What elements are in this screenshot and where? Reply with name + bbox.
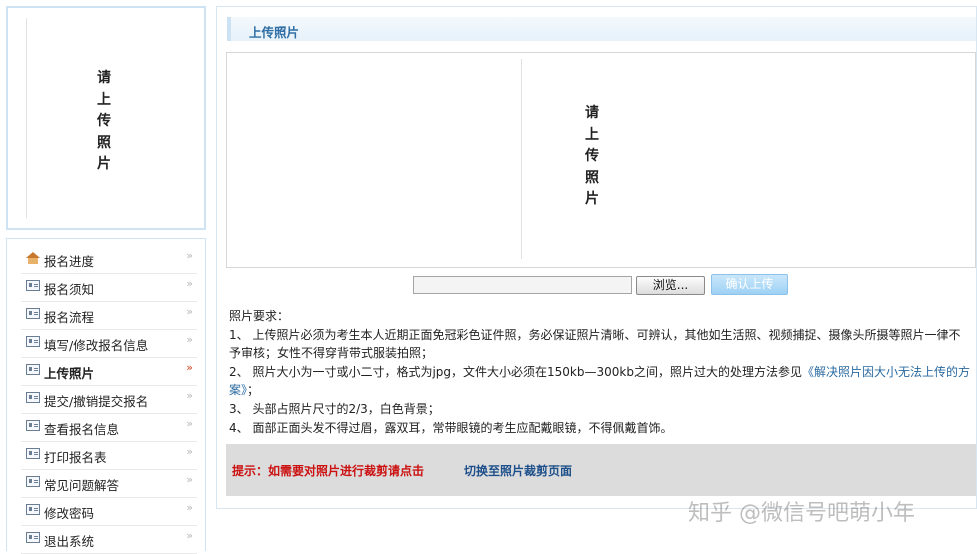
menu-item-label: 打印报名表 <box>44 450 107 465</box>
chevron-right-icon: » <box>186 529 193 542</box>
menu-item-label: 常见问题解答 <box>44 478 120 493</box>
panel-header: 上传照片 <box>227 17 976 41</box>
menu-item-label: 查看报名信息 <box>44 422 120 437</box>
menu-item-label: 退出系统 <box>44 534 95 549</box>
card-icon <box>26 280 40 291</box>
photo-placeholder-box: 请 上 传 照 片 <box>6 6 206 230</box>
requirement-item: 3、 头部占照片尺寸的2/3，白色背景； <box>229 402 440 416</box>
menu-item-label: 报名流程 <box>44 310 95 325</box>
divider <box>521 59 522 259</box>
requirement-text: ； <box>247 383 260 397</box>
doc-icon <box>26 420 40 431</box>
photo-preview-area: 请 上 传 照 片 <box>226 52 976 268</box>
watermark: 知乎 @微信号吧萌小年 <box>688 501 915 526</box>
upload-photo-panel: 上传照片 请 上 传 照 片 浏览... 确认上传 照片要求： 1、 上传照片必… <box>216 6 977 509</box>
menu-item-upload-photo[interactable]: 上传照片 » <box>21 357 197 386</box>
chevron-right-icon: » <box>186 277 193 290</box>
placeholder-char: 传 <box>585 148 599 164</box>
menu-item-view-info[interactable]: 查看报名信息 » <box>21 413 197 442</box>
divider <box>26 18 27 218</box>
menu-item-edit-info[interactable]: 填写/修改报名信息 » <box>21 329 197 358</box>
requirement-item: 1、 上传照片必须为考生本人近期正面免冠彩色证件照，务必保证照片清晰、可辨认，其… <box>229 328 961 360</box>
confirm-upload-button[interactable]: 确认上传 <box>711 274 788 295</box>
placeholder-char: 上 <box>585 126 599 143</box>
placeholder-char: 传 <box>97 113 111 129</box>
chevron-right-icon: » <box>186 417 193 430</box>
file-path-input[interactable] <box>413 276 632 294</box>
chevron-right-icon: » <box>186 333 193 346</box>
card-icon <box>26 448 40 459</box>
upload-controls: 浏览... 确认上传 <box>226 269 976 297</box>
browse-button[interactable]: 浏览... <box>636 276 705 295</box>
doc-icon <box>26 392 40 403</box>
chevron-right-icon: » <box>186 473 193 486</box>
menu-item-faq[interactable]: 常见问题解答 » <box>21 469 197 498</box>
placeholder-char: 上 <box>97 91 111 108</box>
card-icon <box>26 308 40 319</box>
sidebar-menu: 报名进度 » 报名须知 » 报名流程 » 填写/修改报名信息 » 上传照片 » … <box>6 238 206 554</box>
card-icon <box>26 336 40 347</box>
placeholder-char: 请 <box>97 70 111 86</box>
photo-placeholder-text: 请 上 传 照 片 <box>94 68 114 176</box>
chevron-right-icon: » <box>186 445 193 458</box>
menu-item-label: 报名进度 <box>44 254 95 269</box>
card-icon <box>26 532 40 543</box>
placeholder-char: 照 <box>97 134 111 151</box>
placeholder-char: 片 <box>97 156 111 172</box>
menu-item-label: 修改密码 <box>44 506 95 521</box>
menu-item-notice[interactable]: 报名须知 » <box>21 273 197 302</box>
menu-item-label: 报名须知 <box>44 282 95 297</box>
requirement-text: 2、 照片大小为一寸或小二寸，格式为jpg，文件大小必须在150kb—300kb… <box>229 365 802 379</box>
requirement-item: 4、 面部正面头发不得过眉，露双耳，常带眼镜的考生应配戴眼镜，不得佩戴首饰。 <box>229 421 673 435</box>
page-title: 上传照片 <box>249 25 300 40</box>
menu-item-submit[interactable]: 提交/撤销提交报名 » <box>21 385 197 414</box>
crop-notice-text: 提示：如需要对照片进行裁剪请点击 <box>232 464 425 478</box>
menu-item-logout[interactable]: 退出系统 » <box>21 525 197 554</box>
switch-to-crop-link[interactable]: 切换至照片裁剪页面 <box>464 462 572 479</box>
menu-item-process[interactable]: 报名流程 » <box>21 301 197 330</box>
menu-item-change-password[interactable]: 修改密码 » <box>21 497 197 526</box>
placeholder-char: 片 <box>585 191 599 207</box>
chevron-right-icon: » <box>186 249 193 262</box>
menu-item-print[interactable]: 打印报名表 » <box>21 441 197 470</box>
chevron-right-icon: » <box>186 389 193 402</box>
chevron-right-icon: » <box>186 305 193 318</box>
menu-item-progress[interactable]: 报名进度 » <box>21 245 197 274</box>
placeholder-char: 请 <box>585 105 599 121</box>
card-icon <box>26 504 40 515</box>
placeholder-char: 照 <box>585 169 599 186</box>
card-icon <box>26 364 40 375</box>
chevron-right-icon: » <box>186 501 193 514</box>
menu-item-label: 提交/撤销提交报名 <box>44 394 149 409</box>
photo-requirements: 照片要求： 1、 上传照片必须为考生本人近期正面免冠彩色证件照，务必保证照片清晰… <box>229 307 971 438</box>
card-icon <box>26 476 40 487</box>
menu-item-label: 填写/修改报名信息 <box>44 338 149 353</box>
crop-notice-bar: 提示：如需要对照片进行裁剪请点击 切换至照片裁剪页面 <box>226 444 976 496</box>
home-icon <box>26 252 40 264</box>
photo-preview-placeholder: 请 上 传 照 片 <box>582 103 602 211</box>
requirements-heading: 照片要求： <box>229 309 290 323</box>
menu-item-label: 上传照片 <box>44 366 95 381</box>
chevron-right-icon: » <box>186 361 193 374</box>
requirement-item: 2、 照片大小为一寸或小二寸，格式为jpg，文件大小必须在150kb—300kb… <box>229 363 971 399</box>
